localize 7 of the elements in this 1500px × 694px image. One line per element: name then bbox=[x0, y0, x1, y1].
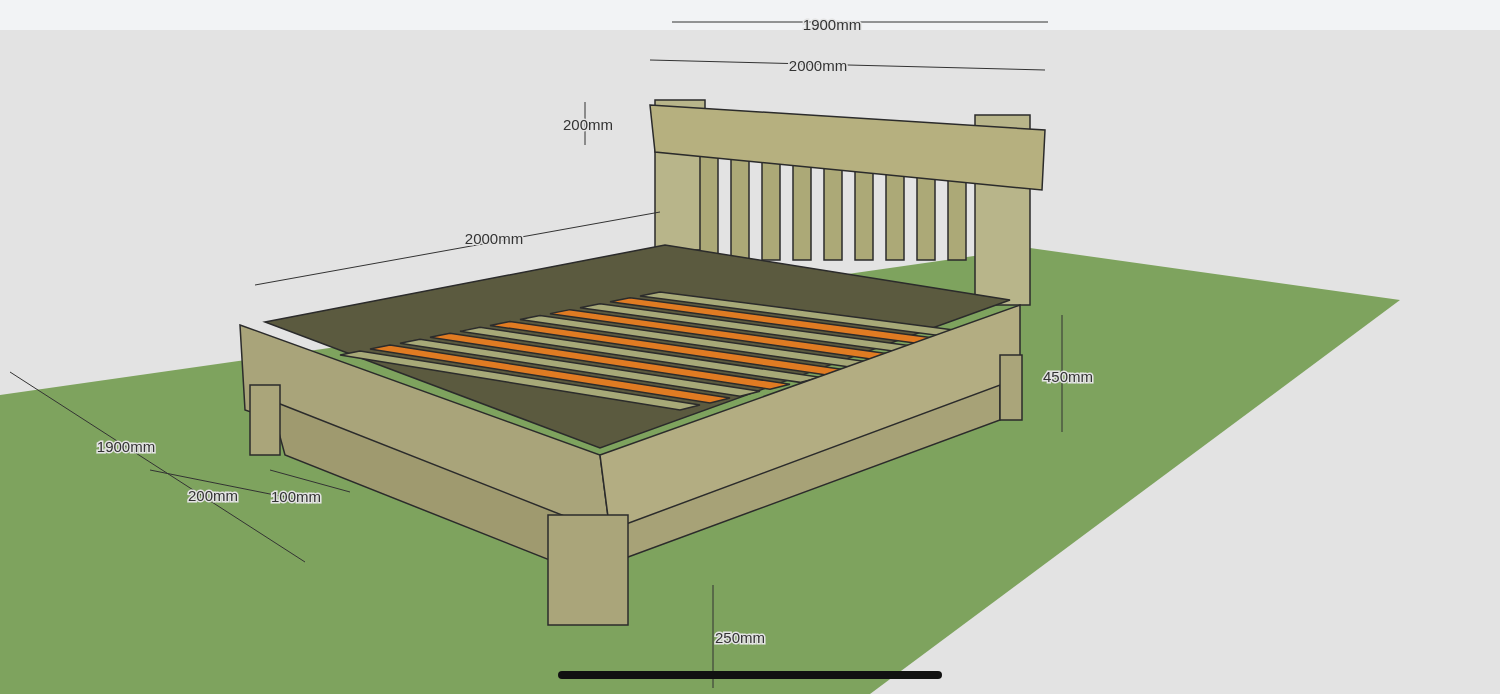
dimension-label: 200mm bbox=[563, 116, 613, 133]
dimension-label: 1900mm bbox=[802, 16, 862, 33]
dimension-label: 450mm bbox=[1043, 368, 1093, 385]
dimension-label: 100mm bbox=[271, 488, 321, 505]
dimension-label: 2000mm bbox=[464, 230, 524, 247]
dimension-line bbox=[584, 101, 586, 146]
dimension-label: 250mm bbox=[715, 629, 765, 646]
